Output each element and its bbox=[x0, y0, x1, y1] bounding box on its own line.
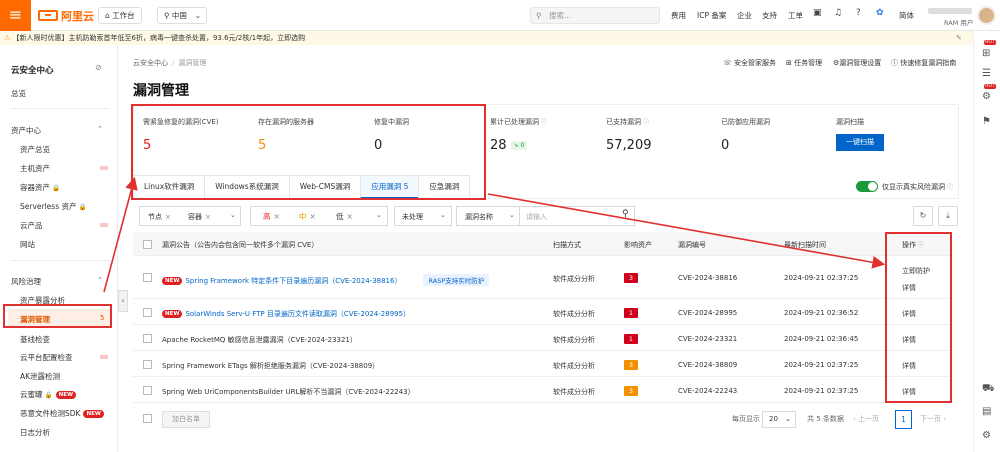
arrow-to-stats bbox=[103, 176, 138, 293]
annotation-arrows bbox=[103, 176, 886, 293]
arrow-to-actions bbox=[487, 193, 886, 269]
